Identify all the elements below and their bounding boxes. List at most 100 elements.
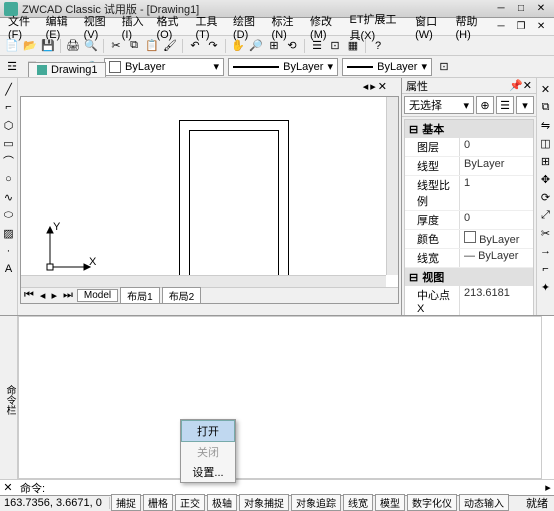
menu-window[interactable]: 窗口(W) — [411, 12, 449, 42]
doc-minimize-button[interactable]: ─ — [492, 20, 510, 34]
print-icon[interactable]: 🖨 — [65, 38, 81, 54]
save-icon[interactable]: 💾 — [40, 38, 56, 54]
polygon-icon[interactable]: ⬡ — [1, 117, 17, 133]
copy-icon[interactable]: ⧉ — [126, 38, 142, 54]
rotate-icon[interactable]: ⟳ — [538, 189, 554, 205]
zoom-icon[interactable]: 🔎 — [248, 38, 264, 54]
tab-layout1[interactable]: 布局1 — [120, 287, 160, 304]
polyline-icon[interactable]: ⌐ — [1, 99, 17, 115]
paste-icon[interactable]: 📋 — [144, 38, 160, 54]
move-icon[interactable]: ✥ — [538, 171, 554, 187]
fillet-icon[interactable]: ⌐ — [538, 261, 554, 277]
status-osnap[interactable]: 对象捕捉 — [239, 494, 289, 511]
spline-icon[interactable]: ∿ — [1, 189, 17, 205]
circle-icon[interactable]: ○ — [1, 171, 17, 187]
cut-icon[interactable]: ✂ — [108, 38, 124, 54]
preview-icon[interactable]: 🔍 — [83, 38, 99, 54]
linetype-dropdown[interactable]: ByLayer ▾ — [228, 58, 338, 76]
prop-layer-v[interactable]: 0 — [460, 138, 533, 156]
plotstyle-icon[interactable]: ⊡ — [436, 59, 452, 75]
copy-obj-icon[interactable]: ⧉ — [538, 99, 554, 115]
drawn-rectangle-inner[interactable] — [189, 130, 279, 285]
doc-close-button[interactable]: ✕ — [532, 20, 550, 34]
extend-icon[interactable]: → — [538, 243, 554, 259]
layer-manager-icon[interactable]: ☲ — [4, 59, 20, 75]
drawing-tab[interactable]: Drawing1 — [28, 62, 106, 77]
panel-close-icon[interactable]: ✕ — [523, 79, 532, 92]
redo-icon[interactable]: ↷ — [205, 38, 221, 54]
select-icon[interactable]: ▾ — [516, 96, 534, 114]
maximize-button[interactable]: □ — [512, 2, 530, 16]
prop-linetype-v[interactable]: ByLayer — [460, 157, 533, 175]
ctx-open[interactable]: 打开 — [181, 420, 235, 442]
line-icon[interactable]: ╱ — [1, 81, 17, 97]
group-basic[interactable]: ⊟ 基本 — [405, 120, 533, 138]
prop-cx-v[interactable]: 213.6181 — [460, 286, 533, 316]
tab-model[interactable]: Model — [77, 289, 118, 302]
group-view[interactable]: ⊟ 视图 — [405, 268, 533, 286]
new-icon[interactable]: 📄 — [4, 38, 20, 54]
horizontal-scrollbar[interactable] — [21, 275, 386, 287]
zoom-prev-icon[interactable]: ⟲ — [284, 38, 300, 54]
rectangle-icon[interactable]: ▭ — [1, 135, 17, 151]
mirror-icon[interactable]: ⇋ — [538, 117, 554, 133]
status-lwt[interactable]: 线宽 — [343, 494, 373, 511]
selection-dropdown[interactable]: 无选择 ▾ — [404, 96, 474, 114]
tab-next-icon[interactable]: ▸ — [370, 80, 376, 93]
explode-icon[interactable]: ✦ — [538, 279, 554, 295]
ellipse-icon[interactable]: ⬭ — [1, 207, 17, 223]
designcenter-icon[interactable]: ⊡ — [327, 38, 343, 54]
model-space[interactable]: Y X — [39, 115, 380, 285]
help-icon[interactable]: ? — [370, 38, 386, 54]
pan-icon[interactable]: ✋ — [230, 38, 246, 54]
status-dyn[interactable]: 动态输入 — [459, 494, 509, 511]
tab-last-icon[interactable]: ⏭ — [60, 289, 76, 302]
open-icon[interactable]: 📂 — [22, 38, 38, 54]
status-polar[interactable]: 极轴 — [207, 494, 237, 511]
lineweight-dropdown[interactable]: ByLayer ▾ — [342, 58, 432, 76]
tab-next-icon[interactable]: ▸ — [48, 289, 60, 302]
prop-color-v[interactable]: ByLayer — [460, 230, 533, 248]
status-tablet[interactable]: 数字化仪 — [407, 494, 457, 511]
status-grid[interactable]: 栅格 — [143, 494, 173, 511]
doc-restore-button[interactable]: ❐ — [512, 20, 530, 34]
undo-icon[interactable]: ↶ — [187, 38, 203, 54]
tab-prev-icon[interactable]: ◂ — [363, 80, 369, 93]
properties-icon[interactable]: ☰ — [309, 38, 325, 54]
tab-layout2[interactable]: 布局2 — [162, 287, 202, 304]
prop-thickness-v[interactable]: 0 — [460, 211, 533, 229]
status-model[interactable]: 模型 — [375, 494, 405, 511]
quickselect-icon[interactable]: ⊕ — [476, 96, 494, 114]
trim-icon[interactable]: ✂ — [538, 225, 554, 241]
ctx-settings[interactable]: 设置... — [181, 462, 235, 482]
point-icon[interactable]: · — [1, 243, 17, 259]
array-icon[interactable]: ⊞ — [538, 153, 554, 169]
pickadd-icon[interactable]: ☰ — [496, 96, 514, 114]
menu-help[interactable]: 帮助(H) — [452, 12, 489, 42]
command-close-icon[interactable]: ✕ — [0, 481, 16, 494]
hatch-icon[interactable]: ▨ — [1, 225, 17, 241]
status-otrack[interactable]: 对象追踪 — [291, 494, 341, 511]
text-icon[interactable]: A — [1, 261, 17, 277]
erase-icon[interactable]: ✕ — [538, 81, 554, 97]
status-snap[interactable]: 捕捉 — [111, 494, 141, 511]
coordinates[interactable]: 163.7356, 3.6671, 0 — [0, 497, 110, 509]
command-history[interactable] — [18, 316, 542, 479]
status-ortho[interactable]: 正交 — [175, 494, 205, 511]
drawing-canvas[interactable]: Y X ⏮ ◂ ▸ ⏭ Model 布局1 布局2 — [20, 96, 399, 304]
zoom-window-icon[interactable]: ⊞ — [266, 38, 282, 54]
scale-icon[interactable]: ⤢ — [538, 207, 554, 223]
match-icon[interactable]: 🖌 — [162, 38, 178, 54]
vertical-scrollbar[interactable] — [386, 97, 398, 275]
close-button[interactable]: ✕ — [532, 2, 550, 16]
prop-lineweight-v[interactable]: — ByLayer — [460, 249, 533, 267]
toolpalettes-icon[interactable]: ▦ — [345, 38, 361, 54]
prop-ltscale-v[interactable]: 1 — [460, 176, 533, 210]
pin-icon[interactable]: 📌 — [509, 79, 523, 92]
arc-icon[interactable]: ⌒ — [1, 153, 17, 169]
tab-prev-icon[interactable]: ◂ — [37, 289, 49, 302]
minimize-button[interactable]: ─ — [492, 2, 510, 16]
command-run-icon[interactable]: ▸ — [542, 481, 554, 494]
offset-icon[interactable]: ◫ — [538, 135, 554, 151]
tab-close-icon[interactable]: ✕ — [378, 80, 387, 93]
